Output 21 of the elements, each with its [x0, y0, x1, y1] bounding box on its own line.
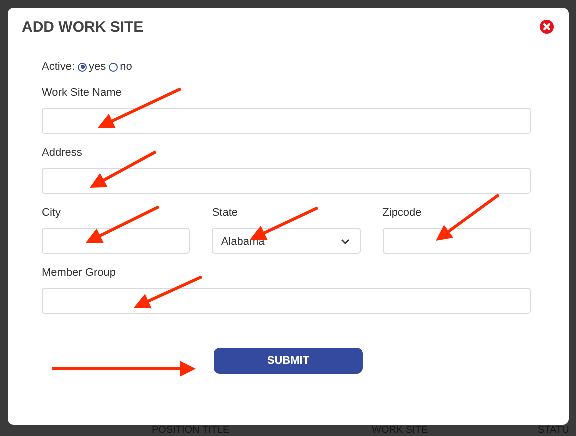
active-label: Active:: [42, 61, 76, 73]
close-icon[interactable]: [540, 20, 554, 34]
input-field[interactable]: [382, 228, 531, 254]
radio-option[interactable]: no: [109, 61, 132, 73]
field-label: State: [212, 206, 240, 220]
input-field[interactable]: [42, 288, 531, 314]
field-label: Member Group: [42, 266, 117, 280]
submit-button[interactable]: SUBMIT: [214, 348, 363, 374]
input-field[interactable]: [42, 168, 531, 194]
field-label: Zipcode: [382, 206, 423, 220]
annotation-arrow: [436, 194, 500, 241]
input-field[interactable]: [42, 228, 190, 254]
field-label: City: [42, 206, 62, 220]
dialog-title: ADD WORK SITE: [22, 18, 144, 36]
field-label: Work Site Name: [42, 86, 123, 100]
field-label: Address: [42, 146, 84, 160]
annotation-arrow: [134, 276, 203, 309]
chevron-down-icon: [340, 239, 350, 245]
input-field[interactable]: [42, 108, 531, 134]
annotation-arrow: [90, 150, 157, 188]
radio-option[interactable]: yes: [78, 61, 106, 73]
